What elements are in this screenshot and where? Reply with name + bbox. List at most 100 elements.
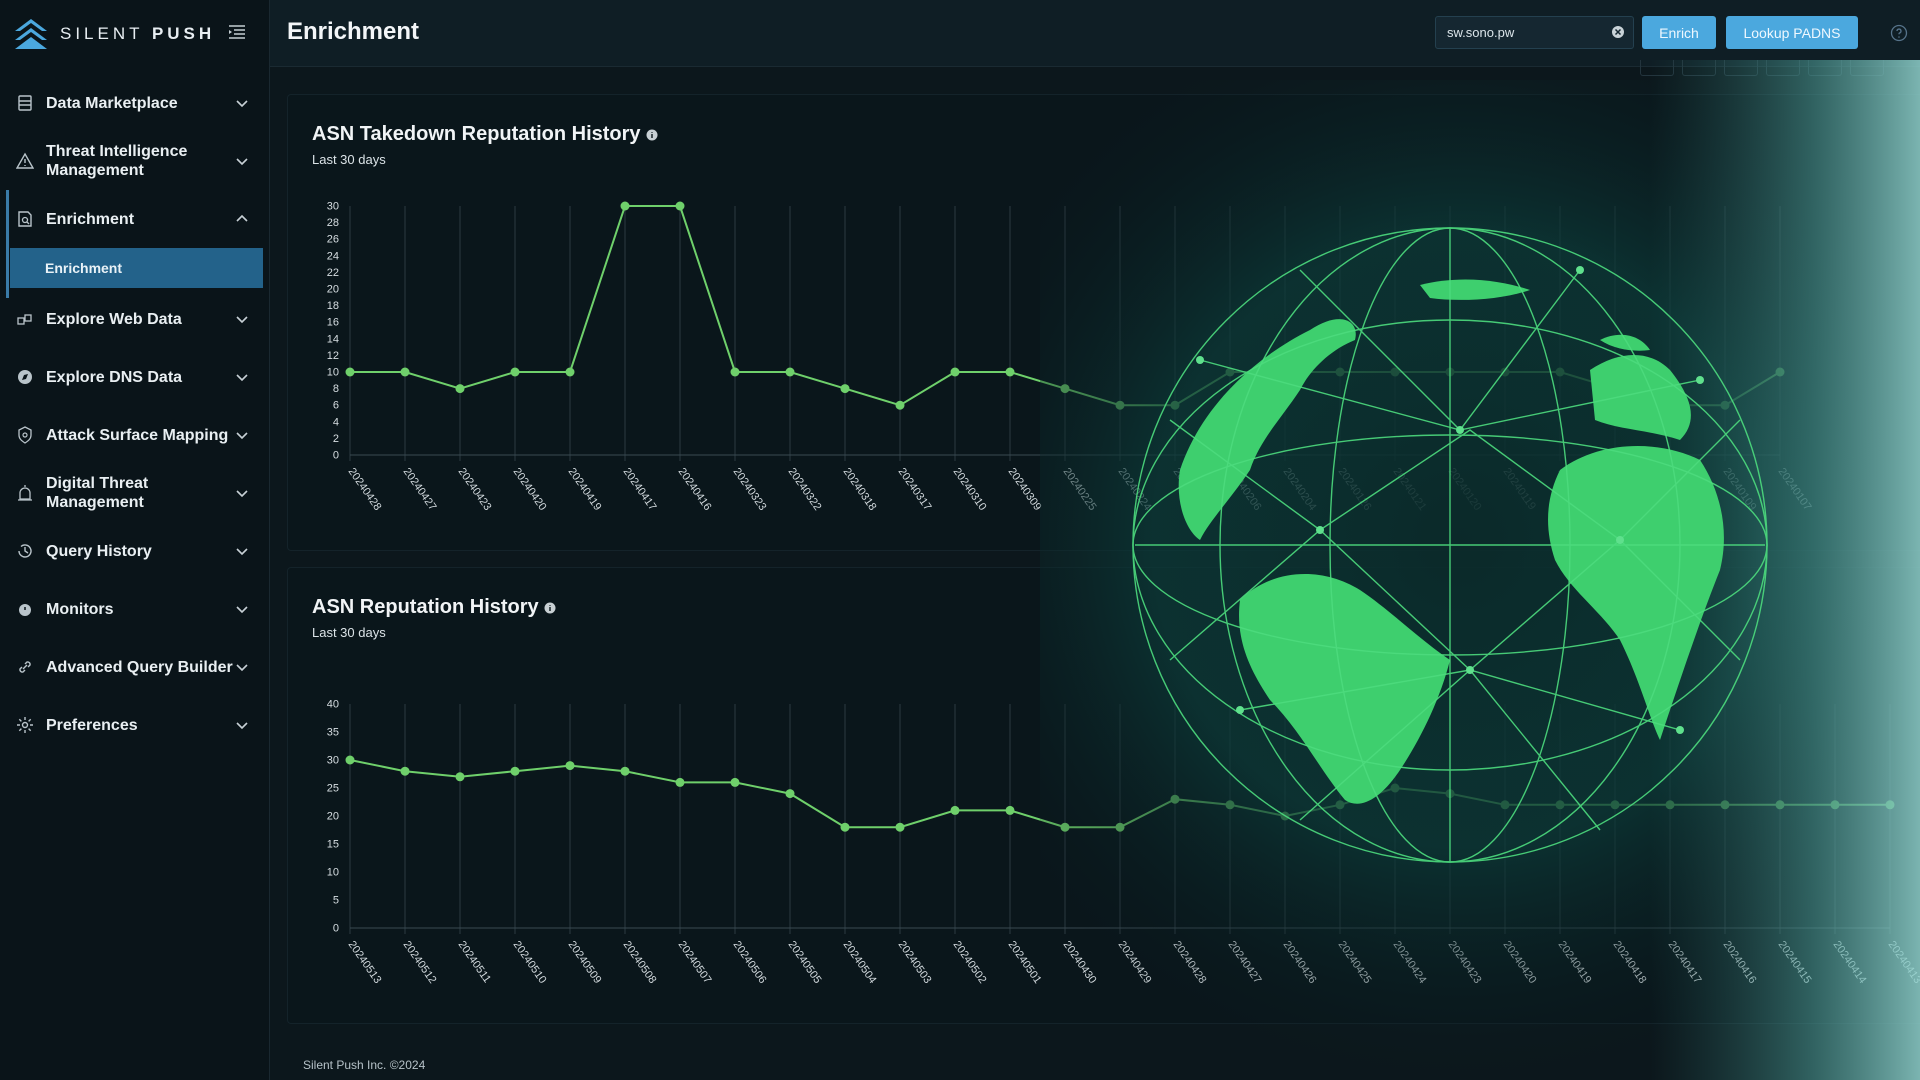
y-tick-label: 10 bbox=[327, 867, 339, 879]
chevron-down-icon bbox=[236, 548, 248, 556]
x-tick-label: 20240512 bbox=[401, 939, 439, 986]
data-point bbox=[1830, 800, 1840, 810]
sidebar-item-threat-intelligence[interactable]: Threat Intelligence Management bbox=[0, 132, 269, 190]
x-tick-label: 20240224 bbox=[1116, 466, 1154, 513]
pager-tab[interactable] bbox=[1850, 60, 1884, 76]
y-tick-label: 10 bbox=[327, 367, 339, 379]
pager-tab[interactable] bbox=[1682, 60, 1716, 76]
sidebar-item-digital-threat-management[interactable]: Digital Threat Management bbox=[0, 464, 269, 522]
data-point bbox=[1500, 367, 1510, 377]
x-tick-label: 20240504 bbox=[841, 939, 879, 986]
chevron-down-icon bbox=[236, 158, 248, 166]
y-tick-label: 2 bbox=[333, 433, 339, 445]
chevron-down-icon bbox=[236, 100, 248, 108]
data-point bbox=[1115, 822, 1125, 832]
data-point bbox=[675, 777, 685, 787]
warning-triangle-icon bbox=[16, 152, 34, 169]
reputation-line-chart: 0 5 10 15 20 25 30 35 40 20240513 20240512 20240511… bbox=[327, 699, 1920, 986]
x-tick-label: 20240110 bbox=[1666, 466, 1703, 512]
sidebar-item-label: Data Marketplace bbox=[46, 94, 178, 112]
lookup-padns-button[interactable]: Lookup PADNS bbox=[1726, 16, 1858, 49]
y-tick-label: 0 bbox=[333, 450, 339, 462]
data-point bbox=[620, 201, 630, 211]
data-point bbox=[1610, 800, 1620, 810]
data-point bbox=[1225, 800, 1235, 810]
data-point bbox=[1390, 367, 1400, 377]
x-tick-label: 20240423 bbox=[1446, 939, 1484, 986]
sidebar-item-label: Threat Intelligence Management bbox=[46, 143, 188, 179]
sidebar-item-attack-surface-mapping[interactable]: Attack Surface Mapping bbox=[0, 406, 269, 464]
data-point bbox=[785, 367, 795, 377]
x-tick-label: 20240513 bbox=[346, 939, 384, 986]
alarm-icon bbox=[18, 485, 32, 501]
sidebar-item-label: Enrichment bbox=[46, 210, 135, 228]
x-tick-label: 20240505 bbox=[786, 939, 824, 986]
x-tick-label: 20240121 bbox=[1391, 466, 1429, 513]
silent-push-logo-icon bbox=[15, 19, 47, 49]
data-point bbox=[1720, 400, 1730, 410]
pager-tab[interactable] bbox=[1640, 60, 1674, 76]
shield-icon bbox=[18, 426, 32, 444]
x-tick-label: 20240111 bbox=[1611, 466, 1648, 512]
y-tick-label: 0 bbox=[333, 923, 339, 935]
y-tick-label: 6 bbox=[333, 400, 339, 412]
sidebar-item-enrichment[interactable]: Enrichment bbox=[0, 190, 269, 298]
data-point bbox=[400, 766, 410, 776]
data-point bbox=[840, 384, 850, 394]
sidebar-item-explore-web-data[interactable]: Explore Web Data bbox=[0, 290, 269, 348]
x-tick-label: 20240323 bbox=[731, 466, 769, 513]
help-icon[interactable] bbox=[1890, 24, 1908, 42]
x-tick-label: 20240309 bbox=[1006, 466, 1044, 513]
history-icon bbox=[18, 544, 32, 558]
data-point bbox=[675, 201, 685, 211]
x-tick-label: 20240414 bbox=[1831, 939, 1869, 986]
data-point bbox=[1280, 811, 1290, 821]
data-point bbox=[510, 766, 520, 776]
search-input[interactable] bbox=[1435, 16, 1634, 49]
x-tick-label: 20240112 bbox=[1556, 466, 1593, 512]
chevron-down-icon bbox=[236, 664, 248, 672]
x-tick-label: 20240416 bbox=[676, 466, 714, 513]
pager-tab[interactable] bbox=[1766, 60, 1800, 76]
x-tick-label: 20240109 bbox=[1721, 466, 1759, 513]
x-tick-label: 20240225 bbox=[1061, 466, 1099, 513]
x-tick-label: 20240429 bbox=[1116, 939, 1154, 986]
brand[interactable]: SILENT PUSH bbox=[14, 16, 215, 52]
y-tick-label: 30 bbox=[327, 755, 339, 767]
y-tick-label: 5 bbox=[333, 895, 339, 907]
menu-collapse-icon[interactable] bbox=[228, 24, 246, 40]
x-tick-label: 20240107 bbox=[1776, 466, 1814, 513]
x-tick-label: 20240413 bbox=[1886, 939, 1920, 986]
sidebar-subitem-enrichment[interactable]: Enrichment bbox=[10, 248, 263, 288]
data-point bbox=[1005, 805, 1015, 815]
top-header: Enrichment Enrich Lookup PADNS bbox=[270, 0, 1920, 67]
sidebar-item-advanced-query-builder[interactable]: Advanced Query Builder bbox=[0, 638, 269, 696]
sidebar-item-data-marketplace[interactable]: Data Marketplace bbox=[0, 74, 269, 132]
clear-search-icon[interactable] bbox=[1611, 25, 1625, 39]
asn-reputation-chart-card: ASN Reputation History Last 30 days 0 5 10… bbox=[287, 567, 1920, 1024]
enrich-button[interactable]: Enrich bbox=[1642, 16, 1716, 49]
data-point bbox=[950, 367, 960, 377]
y-tick-label: 4 bbox=[333, 416, 339, 428]
sidebar-item-label: Digital Threat Management bbox=[46, 475, 149, 511]
sidebar-item-preferences[interactable]: Preferences bbox=[0, 696, 269, 754]
sidebar-item-explore-dns-data[interactable]: Explore DNS Data bbox=[0, 348, 269, 406]
x-tick-label: 20240206 bbox=[1226, 466, 1264, 513]
x-tick-label: 20240430 bbox=[1061, 939, 1099, 986]
data-point bbox=[1335, 800, 1345, 810]
y-tick-label: 15 bbox=[327, 839, 339, 851]
footer-copyright: Silent Push Inc. ©2024 bbox=[303, 1058, 426, 1072]
x-tick-label: 20240120 bbox=[1446, 466, 1484, 513]
brand-wordmark: SILENT PUSH bbox=[60, 24, 216, 43]
compass-icon bbox=[18, 370, 32, 384]
sidebar-item-monitors[interactable]: Monitors bbox=[0, 580, 269, 638]
data-point bbox=[455, 384, 465, 394]
data-point bbox=[1445, 367, 1455, 377]
sidebar-item-query-history[interactable]: Query History bbox=[0, 522, 269, 580]
data-point bbox=[565, 761, 575, 771]
pager-tab[interactable] bbox=[1724, 60, 1758, 76]
pager-tab[interactable] bbox=[1808, 60, 1842, 76]
data-point bbox=[1005, 367, 1015, 377]
x-tick-label: 20240423 bbox=[456, 466, 494, 513]
x-tick-label: 20240426 bbox=[1281, 939, 1319, 986]
